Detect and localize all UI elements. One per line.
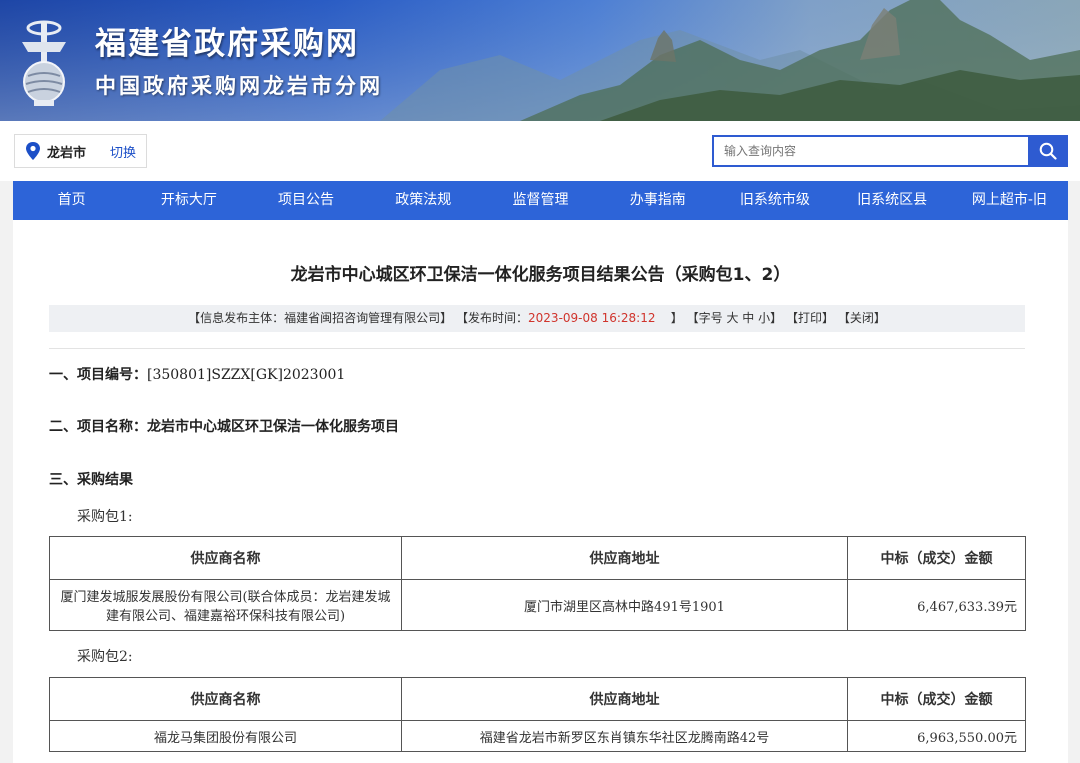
time-bracket: 】 [670, 311, 683, 325]
search-button[interactable] [1028, 135, 1068, 167]
header-amount: 中标（成交）金额 [847, 677, 1026, 721]
publish-time-value: 2023-09-08 16:28:12 [528, 311, 656, 325]
print-link[interactable]: 【打印】 [786, 311, 834, 325]
city-switch-link[interactable]: 切换 [110, 142, 136, 161]
supplier-address-cell: 福建省龙岩市新罗区东肖镇东华社区龙腾南路42号 [401, 720, 848, 752]
supplier-name-cell: 福龙马集团股份有限公司 [49, 720, 402, 752]
package-1-table: 供应商名称 供应商地址 中标（成交）金额 厦门建发城服发展股份有限公司(联合体成… [49, 536, 1026, 631]
city-name: 龙岩市 [47, 145, 87, 161]
nav-guide[interactable]: 办事指南 [599, 181, 716, 220]
section-results: 三、采购结果 [49, 469, 133, 489]
supplier-name-cell: 厦门建发城服发展股份有限公司(联合体成员：龙岩建发城建有限公司、福建嘉裕环保科技… [49, 579, 402, 631]
project-name-label: 二、项目名称： [49, 419, 147, 435]
section-project-number: 一、项目编号：[350801]SZZX[GK]2023001 [49, 364, 345, 384]
emblem-icon [22, 20, 66, 106]
divider [49, 348, 1025, 349]
publish-time-label: 【发布时间： [456, 311, 529, 325]
site-title: 福建省政府采购网 [95, 26, 359, 62]
site-banner: 福建省政府采购网 中国政府采购网龙岩市分网 [0, 0, 1080, 121]
city-selector: 龙岩市 切换 [14, 134, 147, 168]
project-number-value: [350801]SZZX[GK]2023001 [147, 367, 346, 383]
nav-policies[interactable]: 政策法规 [365, 181, 482, 220]
table-row: 厦门建发城服发展股份有限公司(联合体成员：龙岩建发城建有限公司、福建嘉裕环保科技… [49, 579, 1026, 631]
nav-supervision[interactable]: 监督管理 [482, 181, 599, 220]
amount-cell: 6,467,633.39元 [847, 579, 1026, 631]
font-size-label: 【字号 [686, 311, 723, 325]
publisher-value: 福建省闽招咨询管理有限公司 [284, 311, 441, 325]
search-input[interactable] [712, 135, 1028, 167]
nav-bid-opening-hall[interactable]: 开标大厅 [130, 181, 247, 220]
project-number-label: 一、项目编号： [49, 367, 147, 383]
header-supplier-name: 供应商名称 [49, 677, 402, 721]
header-supplier-address: 供应商地址 [401, 677, 848, 721]
table-header-row: 供应商名称 供应商地址 中标（成交）金额 [49, 677, 1026, 721]
font-small-link[interactable]: 小 [758, 311, 770, 325]
table-header-row: 供应商名称 供应商地址 中标（成交）金额 [49, 536, 1026, 580]
table-row: 福龙马集团股份有限公司 福建省龙岩市新罗区东肖镇东华社区龙腾南路42号 6,96… [49, 720, 1026, 752]
main-nav: 首页 开标大厅 项目公告 政策法规 监督管理 办事指南 旧系统市级 旧系统区县 … [13, 181, 1068, 220]
font-medium-link[interactable]: 中 [742, 311, 754, 325]
nav-project-notices[interactable]: 项目公告 [247, 181, 364, 220]
header-supplier-address: 供应商地址 [401, 536, 848, 580]
article-content: 龙岩市中心城区环卫保洁一体化服务项目结果公告（采购包1、2） 【信息发布主体：福… [13, 220, 1068, 763]
package-2-label: 采购包2: [77, 649, 133, 665]
page-title: 龙岩市中心城区环卫保洁一体化服务项目结果公告（采购包1、2） [290, 265, 791, 285]
supplier-address-cell: 厦门市湖里区高林中路491号1901 [401, 579, 848, 631]
top-bar: 龙岩市 切换 [0, 121, 1080, 181]
publisher-label: 【信息发布主体： [188, 311, 285, 325]
nav-legacy-city[interactable]: 旧系统市级 [716, 181, 833, 220]
nav-home[interactable]: 首页 [13, 181, 130, 220]
close-link[interactable]: 【关闭】 [838, 311, 886, 325]
section-project-name: 二、项目名称：龙岩市中心城区环卫保洁一体化服务项目 [49, 416, 399, 436]
article-info-bar: 【信息发布主体：福建省闽招咨询管理有限公司】 【发布时间：2023-09-08 … [49, 305, 1025, 332]
nav-online-market-legacy[interactable]: 网上超市-旧 [951, 181, 1068, 220]
package-2-table: 供应商名称 供应商地址 中标（成交）金额 福龙马集团股份有限公司 福建省龙岩市新… [49, 677, 1026, 752]
location-pin-icon [26, 142, 40, 160]
amount-cell: 6,963,550.00元 [847, 720, 1026, 752]
project-name-value: 龙岩市中心城区环卫保洁一体化服务项目 [147, 419, 399, 435]
publisher-bracket: 】 [440, 311, 453, 325]
font-bracket: 】 [770, 311, 783, 325]
results-heading: 三、采购结果 [49, 472, 133, 488]
header-supplier-name: 供应商名称 [49, 536, 402, 580]
site-subtitle: 中国政府采购网龙岩市分网 [95, 74, 383, 98]
package-1-label: 采购包1: [77, 509, 133, 525]
font-large-link[interactable]: 大 [726, 311, 738, 325]
nav-legacy-county[interactable]: 旧系统区县 [834, 181, 951, 220]
search-icon [1039, 142, 1057, 160]
header-amount: 中标（成交）金额 [847, 536, 1026, 580]
